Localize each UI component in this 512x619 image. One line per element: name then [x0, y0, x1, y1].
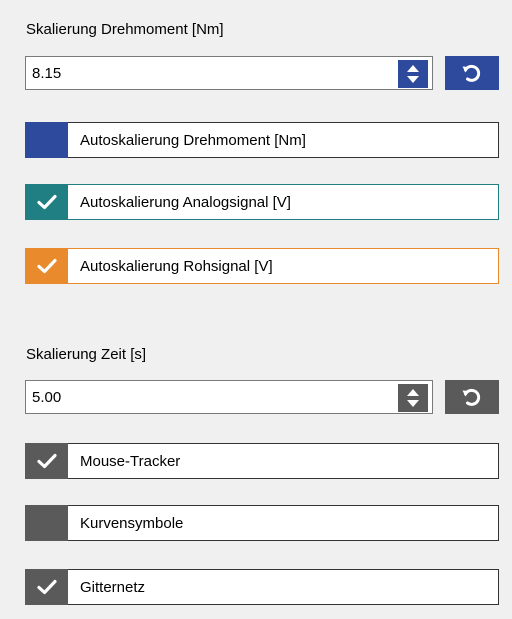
up-down-arrows-icon — [407, 65, 419, 83]
checkmark-icon — [36, 579, 57, 595]
time-spinbox: 5.00 — [25, 380, 499, 416]
checkbox-label: Kurvensymbole — [80, 515, 184, 532]
torque-scale-value: 8.15 — [32, 65, 62, 82]
time-scale-value: 5.00 — [32, 389, 62, 406]
grid-checkbox[interactable]: Gitternetz — [25, 569, 499, 605]
torque-scale-label: Skalierung Drehmoment [Nm] — [26, 21, 224, 38]
curve-symbols-checkbox[interactable]: Kurvensymbole — [25, 505, 499, 541]
time-spin-button[interactable] — [398, 384, 428, 412]
mouse-tracker-checkbox[interactable]: Mouse-Tracker — [25, 443, 499, 479]
autoscale-analog-checkbox[interactable]: Autoskalierung Analogsignal [V] — [25, 184, 499, 220]
checkbox-label: Autoskalierung Rohsignal [V] — [80, 258, 273, 275]
up-down-arrows-icon — [407, 389, 419, 407]
reset-icon — [462, 388, 481, 406]
checkbox-indicator — [25, 248, 68, 284]
checkmark-icon — [36, 194, 57, 210]
checkbox-label: Autoskalierung Drehmoment [Nm] — [80, 132, 306, 149]
checkbox-label: Autoskalierung Analogsignal [V] — [80, 194, 291, 211]
torque-spinbox: 8.15 — [25, 56, 499, 92]
checkbox-indicator — [25, 505, 68, 541]
checkbox-label: Mouse-Tracker — [80, 453, 181, 470]
checkbox-indicator — [25, 122, 68, 158]
checkbox-indicator — [25, 443, 68, 479]
autoscale-torque-checkbox[interactable]: Autoskalierung Drehmoment [Nm] — [25, 122, 499, 158]
reset-icon — [462, 64, 481, 82]
torque-spin-button[interactable] — [398, 60, 428, 88]
scaling-panel: Skalierung Drehmoment [Nm] 8.15 Autoskal… — [0, 0, 512, 619]
torque-reset-button[interactable] — [445, 56, 499, 90]
checkbox-indicator — [25, 569, 68, 605]
checkmark-icon — [36, 258, 57, 274]
time-scale-label: Skalierung Zeit [s] — [26, 346, 147, 363]
autoscale-raw-checkbox[interactable]: Autoskalierung Rohsignal [V] — [25, 248, 499, 284]
torque-scale-input[interactable]: 8.15 — [25, 56, 433, 90]
checkmark-icon — [36, 453, 57, 469]
time-scale-input[interactable]: 5.00 — [25, 380, 433, 414]
time-reset-button[interactable] — [445, 380, 499, 414]
checkbox-indicator — [25, 184, 68, 220]
checkbox-label: Gitternetz — [80, 579, 146, 596]
